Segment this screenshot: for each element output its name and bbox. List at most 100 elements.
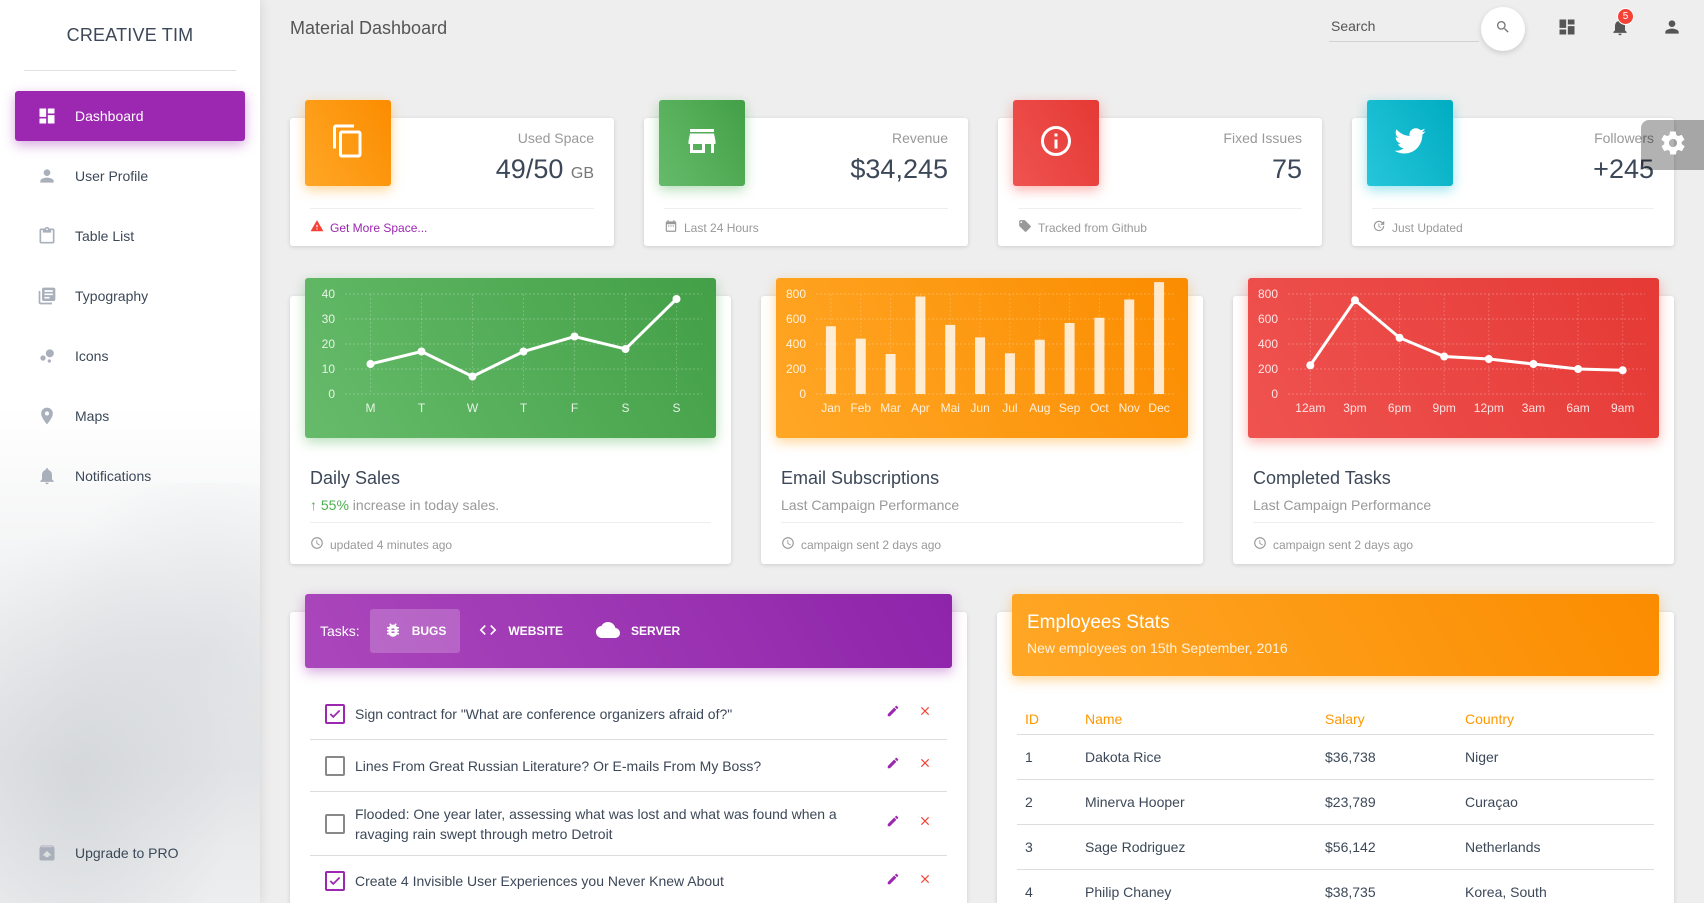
notifications-button[interactable]: 5 [1608,8,1634,41]
close-icon[interactable] [918,814,932,833]
chart-title: Daily Sales [310,468,401,488]
task-row: Flooded: One year later, assessing what … [310,792,947,856]
chart-footer-text: campaign sent 2 days ago [801,537,942,552]
close-icon[interactable] [918,756,932,775]
task-checkbox[interactable] [325,871,345,891]
x-tick-label: 9pm [1433,401,1456,415]
data-point [1306,361,1315,370]
chart-title: Completed Tasks [1253,468,1391,488]
chart-card-email-subscriptions: 0 200 400 600 800 Jan Feb Mar Apr Mai Jun Jul Aug Sep… [761,278,1203,564]
sidebar-item-typography[interactable]: Typography [15,271,245,321]
chart-subtitle-highlight: 55% [320,497,349,513]
sidebar-item-maps[interactable]: Maps [15,391,245,441]
brand-logo[interactable]: CREATIVE TIM [0,0,260,70]
column-header-country: Country [1457,704,1654,735]
top-navbar: Material Dashboard 5 [260,0,1704,60]
location-pin-icon [35,404,59,428]
x-tick-label: 9am [1611,401,1634,415]
user-account-button[interactable] [1660,17,1684,41]
cell-salary: $23,789 [1317,779,1457,825]
cell-salary: $56,142 [1317,824,1457,870]
brand-divider [24,70,236,71]
close-icon[interactable] [918,704,932,723]
bar [825,326,836,394]
y-tick-label: 200 [786,362,806,376]
sidebar-item-dashboard[interactable]: Dashboard [15,91,245,141]
cell-id: 2 [1017,779,1077,825]
chart-footer: campaign sent 2 days ago [781,522,1183,553]
stat-footer-text: Tracked from Github [1038,220,1147,235]
y-tick-label: 800 [786,287,806,301]
stat-value: 75 [1271,154,1302,184]
edit-icon[interactable] [886,872,900,891]
x-tick-label: Jul [1002,401,1017,415]
close-icon[interactable] [918,872,932,891]
page-title[interactable]: Material Dashboard [290,18,447,39]
task-checkbox[interactable] [325,755,345,776]
x-tick-label: 6am [1566,401,1589,415]
clipboard-icon [35,224,59,248]
get-more-space-link[interactable]: Get More Space... [330,221,427,235]
upgrade-to-pro-link[interactable]: Upgrade to PRO [15,828,245,878]
data-point [1395,333,1404,342]
cloud-icon [595,620,621,643]
search-input[interactable] [1329,12,1479,40]
x-tick-label: Mai [941,401,960,415]
cell-salary: $36,738 [1317,734,1457,780]
unarchive-icon [35,841,59,865]
x-tick-label: 3am [1522,401,1545,415]
chart-subtitle: Last Campaign Performance [1253,497,1432,513]
gear-icon [1659,129,1687,162]
stat-unit: GB [570,165,594,182]
sidebar-item-label: User Profile [75,168,149,184]
bar [1124,299,1135,394]
task-actions [886,872,932,891]
sidebar-item-table-list[interactable]: Table List [15,211,245,261]
sidebar-item-user-profile[interactable]: User Profile [15,151,245,201]
table-row: 2 Minerva Hooper $23,789 Curaçao [1017,779,1654,825]
task-text: Flooded: One year later, assessing what … [355,805,837,842]
sidebar-item-notifications[interactable]: Notifications [15,451,245,501]
employees-table: ID Name Salary Country 1 Dakota Rice $36… [1017,704,1654,903]
stat-icon-box [305,100,391,186]
edit-icon[interactable] [886,756,900,775]
edit-icon[interactable] [886,704,900,723]
y-tick-label: 40 [322,287,336,301]
tab-bugs[interactable]: BUGS [369,609,461,653]
table-row: 1 Dakota Rice $36,738 Niger [1017,734,1654,780]
y-tick-label: 800 [1258,287,1278,301]
settings-plugin-button[interactable] [1641,120,1704,170]
data-point [672,295,681,303]
series-line [1309,298,1623,372]
tab-server[interactable]: SERVER [581,609,694,653]
dashboard-top-button[interactable] [1555,17,1579,41]
employees-card: Employees Stats New employees on 15th Se… [997,594,1674,903]
chart-footer: updated 4 minutes ago [310,522,711,553]
data-point [621,345,630,353]
x-tick-label: T [520,401,528,415]
task-checkbox[interactable] [325,703,345,724]
x-tick-label: Dec [1148,401,1169,415]
sidebar-item-icons[interactable]: Icons [15,331,245,381]
stat-icon-box [1013,100,1099,186]
sidebar-item-label: Typography [75,288,149,304]
task-text: Lines From Great Russian Literature? Or … [355,757,762,774]
data-point [1440,352,1449,361]
x-tick-label: 12pm [1474,401,1504,415]
data-point [468,372,477,381]
tab-website[interactable]: WEBSITE [464,609,577,653]
stat-footer: Tracked from Github [1018,208,1302,236]
task-checkbox[interactable] [325,813,345,834]
x-tick-label: 3pm [1343,401,1366,415]
search-button[interactable] [1481,7,1525,51]
x-tick-label: Nov [1119,401,1140,415]
arrow-upward-icon: ↑ [310,497,317,513]
cell-id: 4 [1017,869,1077,903]
cell-id: 1 [1017,734,1077,780]
data-point [519,347,528,356]
y-tick-label: 20 [322,337,336,351]
clock-icon [781,536,795,553]
stat-category: Fixed Issues [1223,130,1302,146]
cell-id: 3 [1017,824,1077,870]
edit-icon[interactable] [886,814,900,833]
